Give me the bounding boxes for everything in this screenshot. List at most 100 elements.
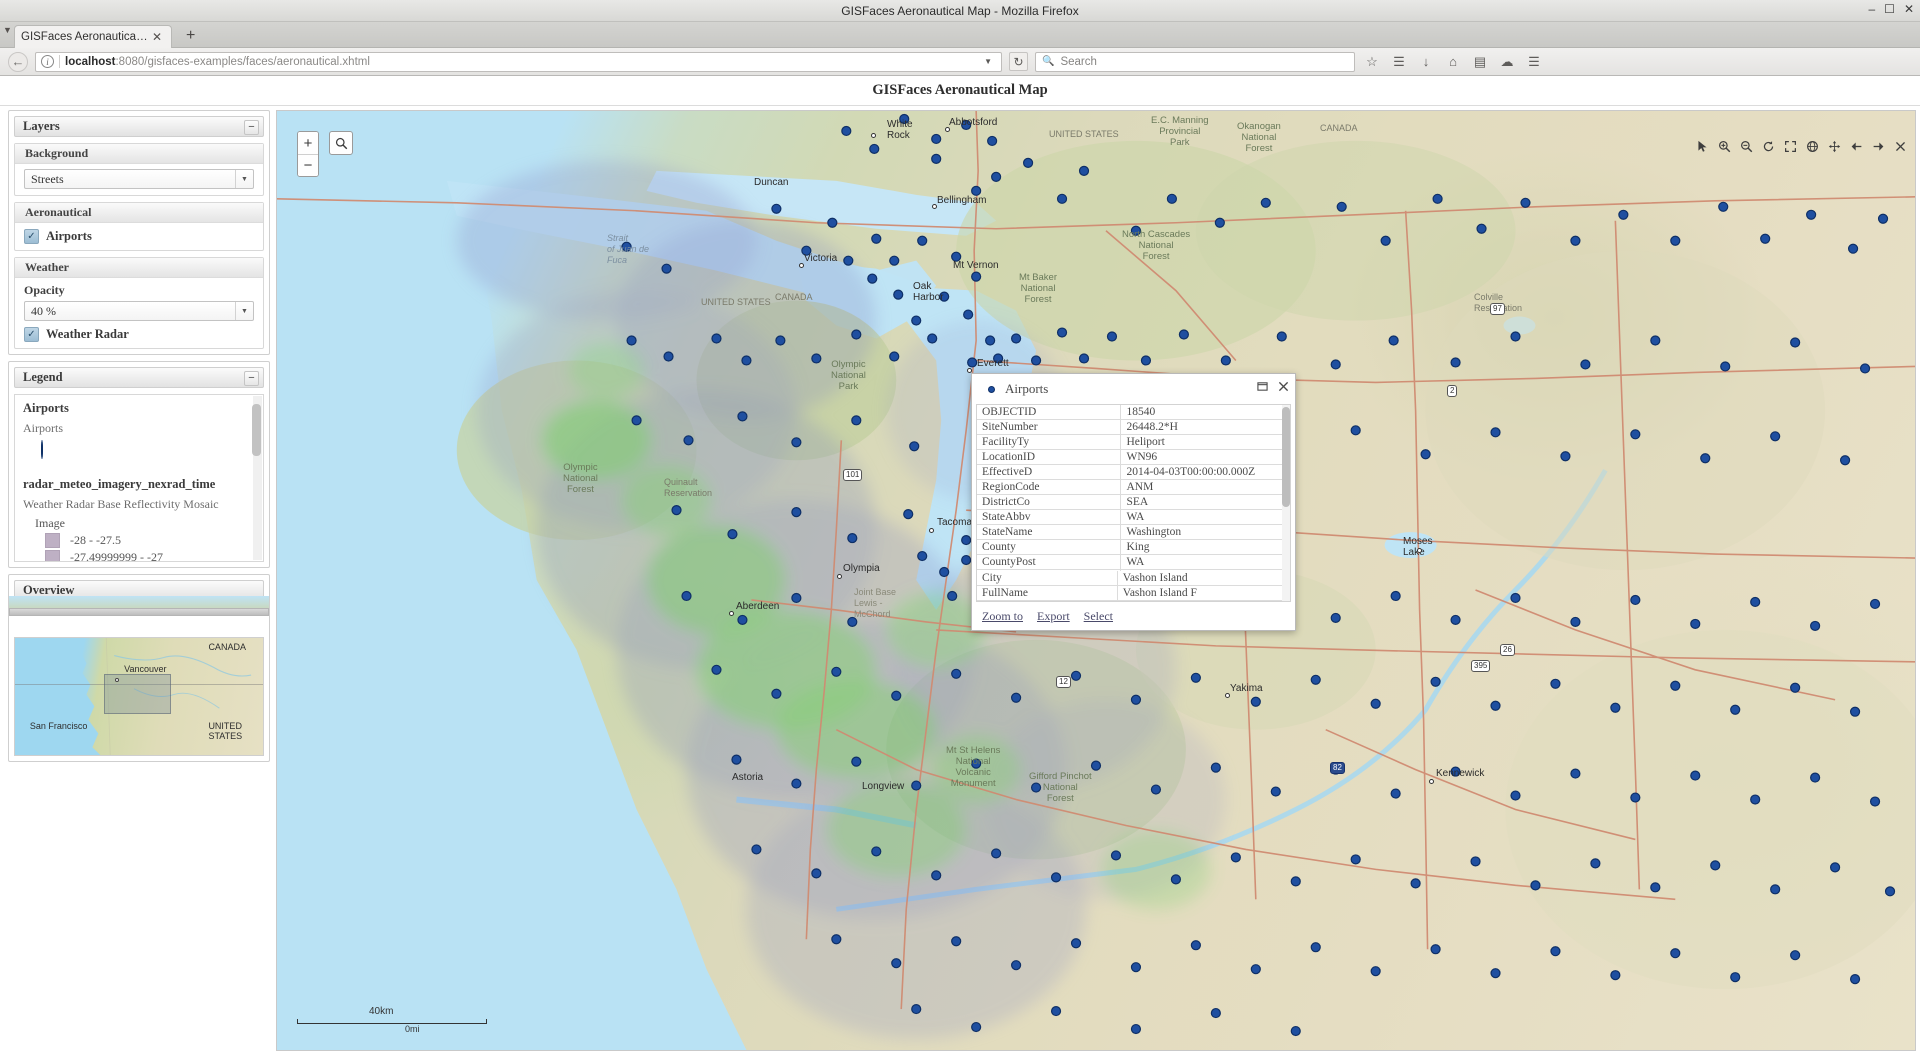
zoom-out-icon[interactable] <box>1739 139 1753 153</box>
popup-scrollbar-thumb[interactable] <box>1282 407 1290 507</box>
attr-key: FullName <box>977 585 1118 601</box>
downloads-icon[interactable]: ↓ <box>1416 54 1436 69</box>
airports-layer-label: Airports <box>46 229 92 243</box>
map-city-dot <box>929 528 934 533</box>
attr-value: Vashon Island F <box>1117 585 1282 601</box>
weather-radar-checkbox[interactable]: ✓ <box>24 327 39 342</box>
fullscreen-icon[interactable] <box>1783 139 1797 153</box>
legend-group-title: Airports <box>23 401 69 415</box>
chevron-down-icon: ▼ <box>235 170 253 188</box>
attr-value: ANM <box>1120 479 1290 495</box>
map-container[interactable]: White Rock Abbotsford Duncan Bellingham … <box>276 110 1916 1051</box>
globe-icon[interactable] <box>1805 139 1819 153</box>
highway-shield: 26 <box>1500 644 1515 656</box>
browser-navbar: ← i localhost:8080/gisfaces-examples/fac… <box>0 48 1920 76</box>
close-icon[interactable] <box>1893 139 1907 153</box>
collapse-layers-button[interactable]: − <box>244 120 259 135</box>
cursor-icon[interactable] <box>1695 139 1709 153</box>
menu-icon[interactable]: ☰ <box>1524 54 1544 70</box>
legend-symbol-row <box>23 436 255 459</box>
attr-value: 2014-04-03T00:00:00.000Z <box>1120 464 1290 480</box>
overview-label: San Francisco <box>29 721 88 732</box>
legend-panel: Legend − Airports Airports radar_meteo_i… <box>8 361 270 568</box>
restore-icon[interactable] <box>1257 381 1268 392</box>
library-icon[interactable]: ▤ <box>1470 54 1490 70</box>
site-info-icon[interactable]: i <box>41 55 54 68</box>
table-row: DistrictCo SEA <box>977 494 1290 510</box>
background-select[interactable]: Streets ▼ <box>24 169 254 189</box>
legend-swatch-row: -27.49999999 - -27 <box>45 550 255 561</box>
overview-map[interactable]: CANADA Vancouver San Francisco UNITED ST… <box>14 637 264 756</box>
legend-scrollbar-track[interactable] <box>252 396 262 560</box>
reader-view-icon[interactable]: ☰ <box>1389 54 1409 70</box>
map-city-dot <box>1417 548 1422 553</box>
url-host: localhost <box>65 55 116 68</box>
legend-scrollbar-thumb[interactable] <box>252 404 261 456</box>
zoom-to-link[interactable]: Zoom to <box>982 609 1023 624</box>
attr-value: Heliport <box>1120 434 1290 450</box>
attr-key: StateAbbv <box>977 509 1122 525</box>
previous-extent-icon[interactable] <box>1849 139 1863 153</box>
plus-icon[interactable]: + <box>186 27 195 45</box>
zoom-in-icon[interactable] <box>1717 139 1731 153</box>
map-toolbar[interactable] <box>1695 139 1907 153</box>
bookmark-star-icon[interactable]: ☆ <box>1362 54 1382 70</box>
background-section-title: Background <box>25 146 89 160</box>
popup-attribute-table: OBJECTID 18540 SiteNumber 26448.2*H Facili… <box>977 405 1290 585</box>
overview-extent-box[interactable] <box>104 674 172 715</box>
overview-scrollbar[interactable] <box>9 608 269 616</box>
next-extent-icon[interactable] <box>1871 139 1885 153</box>
map-search-button[interactable] <box>329 131 353 155</box>
attr-key: RegionCode <box>977 479 1122 495</box>
highway-shield: 2 <box>1447 385 1458 397</box>
map-city-dot <box>1225 693 1230 698</box>
browser-tab[interactable]: GISFaces Aeronautical Map ✕ <box>14 25 172 48</box>
zoom-out-button[interactable]: − <box>298 154 318 176</box>
attr-value: SEA <box>1120 494 1290 510</box>
airports-layer-row[interactable]: ✓ Airports <box>15 223 263 244</box>
close-window-button[interactable]: ✕ <box>1904 3 1914 15</box>
weather-radar-layer-row[interactable]: ✓ Weather Radar <box>15 321 263 342</box>
browser-titlebar: GISFaces Aeronautical Map - Mozilla Fire… <box>0 0 1920 22</box>
collapse-legend-button[interactable]: − <box>244 371 259 386</box>
url-bar[interactable]: i localhost:8080/gisfaces-examples/faces… <box>35 51 1002 72</box>
chevron-down-icon[interactable]: ▼ <box>980 57 996 66</box>
popup-attribute-table-wrapper[interactable]: OBJECTID 18540 SiteNumber 26448.2*H Facili… <box>976 404 1291 602</box>
export-link[interactable]: Export <box>1037 609 1070 624</box>
highway-shield: 101 <box>843 469 863 481</box>
attr-key: SiteNumber <box>977 419 1122 435</box>
attr-key: County <box>977 539 1122 555</box>
feature-info-popup[interactable]: Airports OBJECTID 18540 SiteNumber 26448… <box>971 373 1296 631</box>
search-placeholder: Search <box>1060 55 1097 68</box>
table-row: FacilityTy Heliport <box>977 434 1290 450</box>
minimize-button[interactable]: – <box>1868 3 1875 15</box>
close-icon[interactable] <box>1278 381 1289 392</box>
browser-tabbar: ▼ GISFaces Aeronautical Map ✕ + <box>0 22 1920 48</box>
attr-key: StateName <box>977 524 1122 540</box>
attr-key: LocationID <box>977 449 1122 465</box>
zoom-controls[interactable]: + − <box>297 131 319 177</box>
aeronautical-section-header: Aeronautical <box>15 203 263 223</box>
pan-icon[interactable] <box>1827 139 1841 153</box>
sync-icon[interactable]: ☁ <box>1497 54 1517 70</box>
close-icon[interactable]: ✕ <box>149 30 165 44</box>
opacity-select[interactable]: 40 % ▼ <box>24 301 254 321</box>
refresh-icon[interactable] <box>1761 139 1775 153</box>
attr-value: WA <box>1120 554 1290 570</box>
opacity-label: Opacity <box>24 283 65 297</box>
airports-layer-checkbox[interactable]: ✓ <box>24 229 39 244</box>
table-row: RegionCode ANM <box>977 479 1290 495</box>
scale-bar: 40km 0mi <box>297 1006 487 1034</box>
map-city-dot <box>837 574 842 579</box>
popup-scrollbar-track[interactable] <box>1282 405 1290 601</box>
back-button[interactable]: ← <box>8 51 28 72</box>
attr-key: FacilityTy <box>977 434 1122 450</box>
application-window: GISFaces Aeronautical Map - Mozilla Fire… <box>0 0 1920 1055</box>
select-link[interactable]: Select <box>1084 609 1113 624</box>
zoom-in-button[interactable]: + <box>298 132 318 154</box>
maximize-button[interactable]: ☐ <box>1884 3 1895 15</box>
search-bar[interactable]: 🔍 Search <box>1035 51 1355 72</box>
reload-button[interactable]: ↻ <box>1009 52 1028 71</box>
home-icon[interactable]: ⌂ <box>1443 54 1463 69</box>
popup-attribute-table-overflow: City Vashon Island FullName Vashon Island … <box>977 571 1282 601</box>
